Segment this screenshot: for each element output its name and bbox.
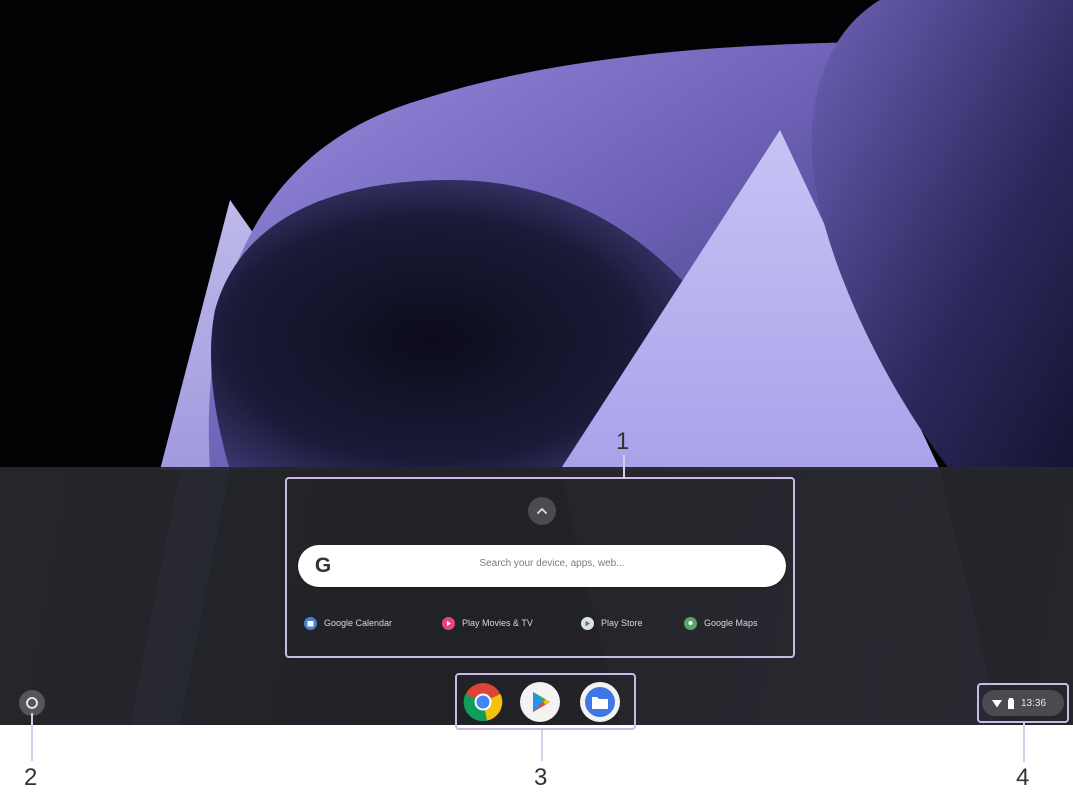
callout-line-3 xyxy=(541,730,543,761)
callout-line-1 xyxy=(623,455,625,479)
callout-box-launcher xyxy=(285,477,795,658)
callout-number-3: 3 xyxy=(534,764,548,791)
screenshot-root: G Search your device, apps, web... Googl… xyxy=(0,0,1073,792)
callout-box-shelf xyxy=(455,673,636,730)
callout-line-2 xyxy=(31,713,33,761)
callout-number-2: 2 xyxy=(24,764,38,791)
callout-number-1: 1 xyxy=(616,428,630,455)
callout-number-4: 4 xyxy=(1016,764,1030,791)
callout-box-status xyxy=(977,683,1069,723)
launcher-circle-icon xyxy=(26,697,38,709)
callout-line-4 xyxy=(1023,722,1025,762)
